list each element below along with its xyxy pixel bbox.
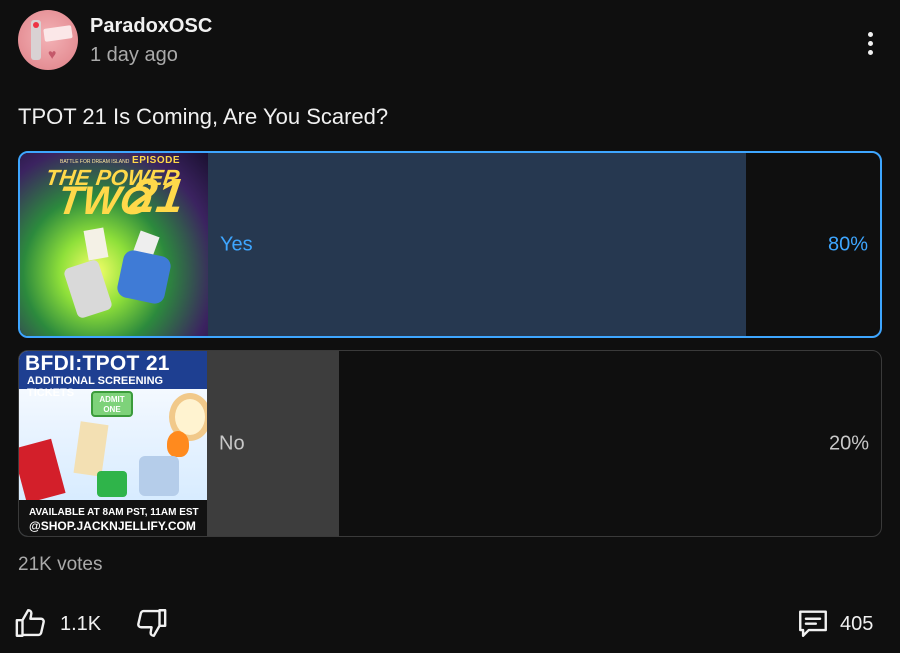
poll-question: TPOT 21 Is Coming, Are You Scared?	[18, 104, 389, 129]
thumb-title: BFDI:TPOT 21	[25, 352, 170, 375]
dislike-button[interactable]	[134, 604, 168, 640]
poll-option-percent: 20%	[828, 432, 869, 454]
thumb-character	[73, 421, 109, 477]
comments-button[interactable]: 405	[796, 604, 886, 640]
like-count: 1.1K	[60, 613, 102, 635]
avatar-sign	[43, 25, 73, 42]
avatar[interactable]: ♥	[18, 10, 78, 70]
thumb-character	[97, 471, 127, 497]
thumb-character	[167, 431, 189, 457]
thumb-shop: @SHOP.JACKNJELLIFY.COM	[29, 519, 196, 533]
author-name[interactable]: ParadoxOSC	[90, 15, 212, 38]
thumb-character	[83, 227, 109, 261]
like-button[interactable]: 1.1K	[14, 604, 114, 640]
poll-option-percent: 80%	[827, 233, 868, 255]
thumb-character	[62, 258, 114, 320]
thumb-availability: AVAILABLE AT 8AM PST, 11AM EST	[29, 507, 199, 518]
thumb-number: 21	[126, 170, 188, 223]
heart-icon: ♥	[48, 46, 57, 62]
comment-count: 405	[840, 613, 874, 635]
action-bar: 1.1K 405	[0, 600, 900, 644]
poll-option-thumbnail: BFDI:TPOT 21 ADDITIONAL SCREENING TICKET…	[19, 351, 207, 536]
post-header: ♥ ParadoxOSC 1 day ago	[18, 10, 882, 72]
vote-count: 21K votes	[18, 554, 103, 575]
poll-option-yes[interactable]: BATTLE FOR DREAM ISLAND EPISODE THE POWE…	[18, 151, 882, 338]
avatar-figure	[31, 20, 41, 60]
poll-option-thumbnail: BATTLE FOR DREAM ISLAND EPISODE THE POWE…	[20, 153, 208, 336]
thumb-up-icon	[15, 609, 45, 637]
thumb-character	[139, 456, 179, 496]
poll-option-label: Yes	[220, 233, 253, 255]
poll-option-label: No	[219, 432, 245, 454]
thumb-admit-ticket: ADMIT ONE	[91, 391, 133, 417]
thumb-character	[115, 248, 173, 306]
comment-icon	[799, 610, 827, 637]
thumb-down-icon	[137, 609, 167, 637]
post-time: 1 day ago	[90, 44, 178, 66]
poll-result-bar	[208, 153, 746, 336]
thumb-character	[19, 438, 66, 504]
poll-option-no[interactable]: BFDI:TPOT 21 ADDITIONAL SCREENING TICKET…	[18, 350, 882, 537]
more-vert-icon[interactable]	[864, 32, 876, 60]
